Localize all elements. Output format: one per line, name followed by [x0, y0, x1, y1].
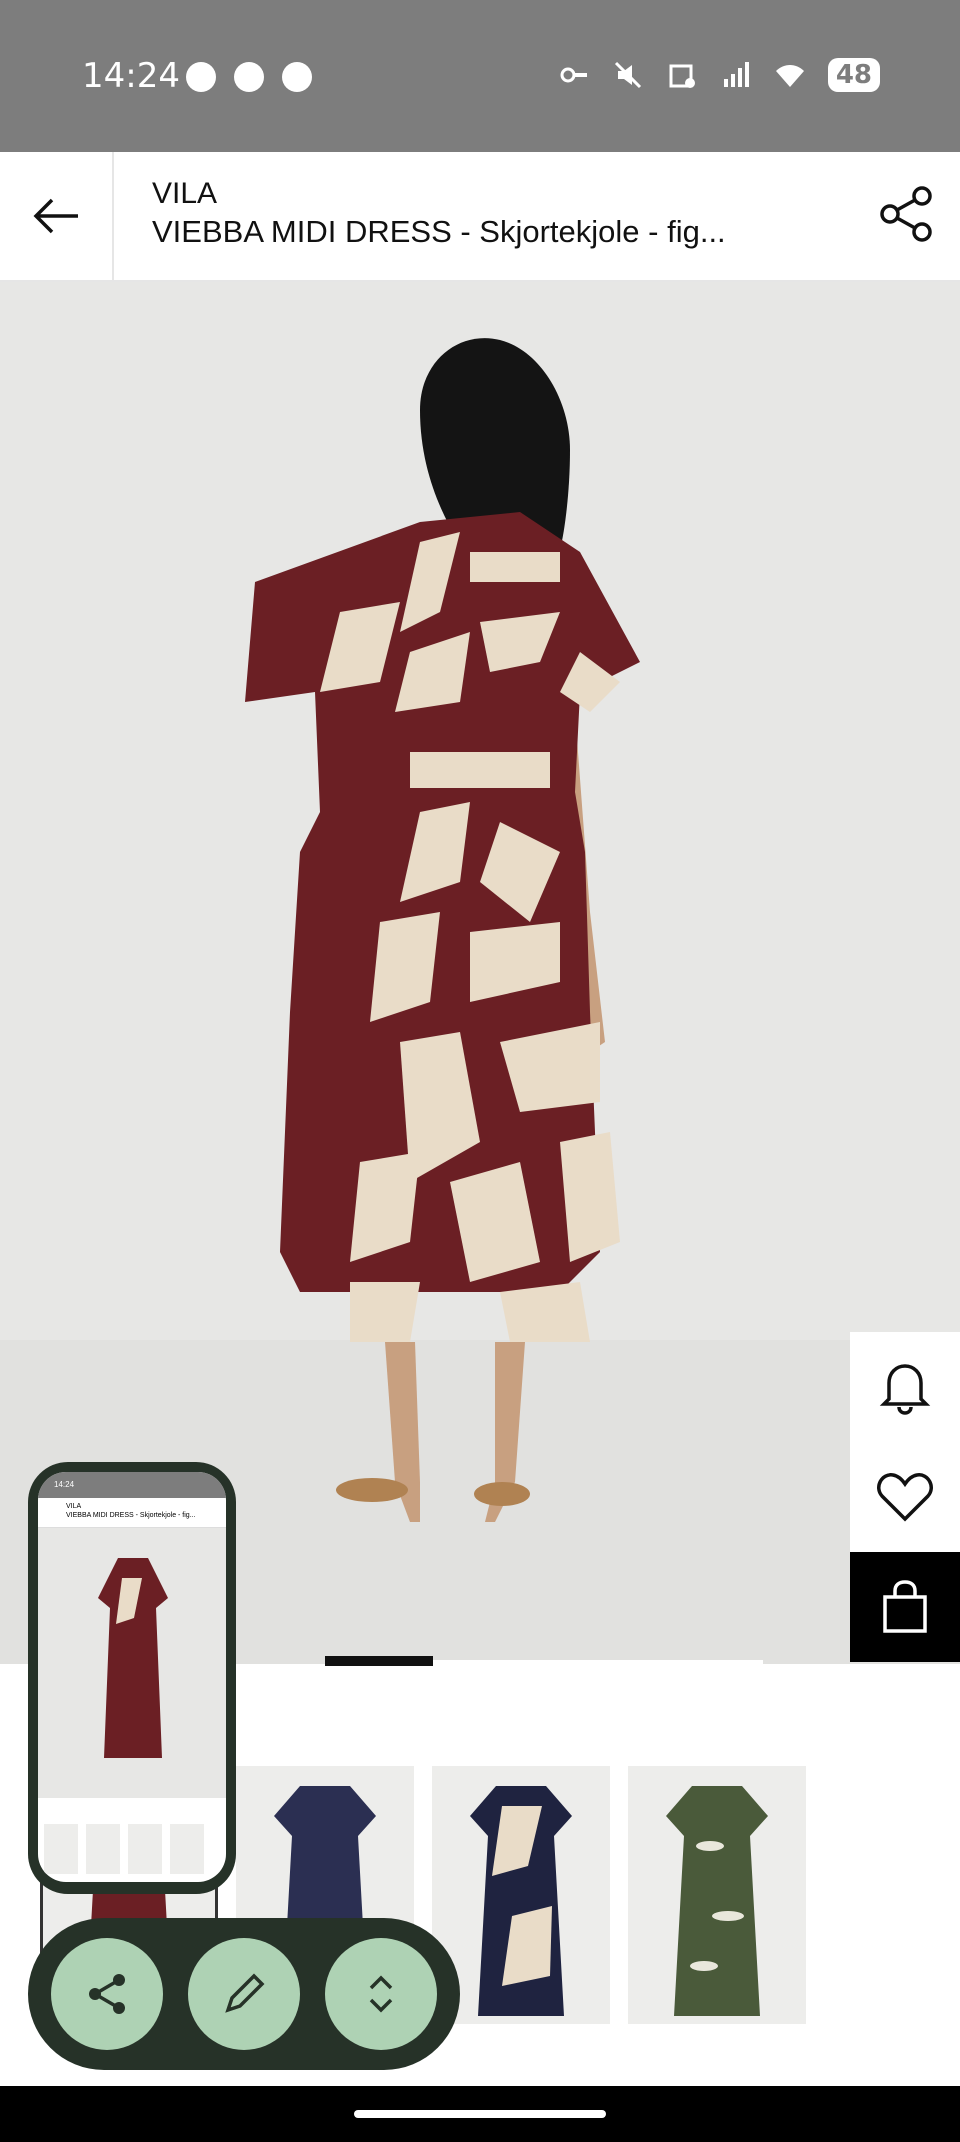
add-to-bag-button[interactable] — [850, 1552, 960, 1662]
model-dress-illustration — [245, 338, 640, 1522]
screenshot-edit-button[interactable] — [187, 1938, 300, 2050]
screenshot-preview-image: 14:24 VILA VIEBBA MIDI DRESS - Skjortekj… — [38, 1472, 226, 1882]
header-titles: VILA VIEBBA MIDI DRESS - Skjortekjole - … — [152, 176, 852, 252]
notify-button[interactable] — [850, 1332, 960, 1442]
product-image[interactable] — [0, 282, 960, 1664]
share-button[interactable] — [874, 182, 938, 246]
status-time: 14:24 — [82, 56, 180, 96]
brand-name: VILA — [152, 177, 218, 210]
pager-track — [433, 1660, 763, 1664]
edit-pencil-icon — [225, 1973, 265, 2013]
screenshot-actions — [28, 1918, 460, 2070]
product-title: VIEBBA MIDI DRESS - Skjortekjole - fig..… — [152, 214, 726, 249]
wishlist-button[interactable] — [850, 1442, 960, 1552]
share-icon — [88, 1974, 125, 2014]
variant-olive-leaf[interactable] — [628, 1766, 806, 2024]
back-button[interactable] — [0, 152, 114, 280]
mini-header: VILA VIEBBA MIDI DRESS - Skjortekjole - … — [38, 1498, 226, 1528]
facebook-icon — [282, 62, 312, 92]
messenger-icon — [186, 62, 216, 92]
heart-icon — [877, 1473, 933, 1522]
gesture-nav-bar — [0, 2086, 960, 2142]
screenshot-preview[interactable]: 14:24 VILA VIEBBA MIDI DRESS - Skjortekj… — [28, 1462, 236, 1894]
mini-status-bar: 14:24 — [38, 1472, 226, 1498]
dress-thumbnail — [666, 1786, 768, 2016]
battery-level: 48 — [827, 58, 880, 92]
mini-brand: VILA — [66, 1503, 82, 1510]
bell-icon — [879, 1364, 931, 1415]
arrow-left-icon — [33, 198, 78, 234]
mini-variant — [128, 1824, 162, 1874]
product-header: VILA VIEBBA MIDI DRESS - Skjortekjole - … — [0, 152, 960, 282]
system-icons: 48 — [558, 58, 880, 92]
mini-dress-illustration — [98, 1558, 168, 1758]
mini-variant — [86, 1824, 120, 1874]
side-actions — [850, 1332, 960, 1662]
calendar-icon — [669, 64, 695, 88]
home-indicator[interactable] — [354, 2110, 606, 2118]
screenshot-expand-button[interactable] — [325, 1938, 438, 2050]
vpn-key-icon — [560, 67, 587, 83]
mute-icon — [614, 61, 641, 89]
mini-variant — [44, 1824, 78, 1874]
notification-icons — [186, 62, 312, 92]
screenshot-share-button[interactable] — [50, 1938, 163, 2050]
status-bar: 14:24 48 — [0, 0, 960, 152]
share-icon — [880, 186, 932, 242]
pager-active — [325, 1656, 433, 1666]
mini-variant — [170, 1824, 204, 1874]
wifi-icon — [775, 65, 804, 87]
expand-collapse-icon — [370, 1975, 393, 2013]
mini-variants — [44, 1824, 204, 1874]
bag-icon — [883, 1580, 927, 1633]
signal-icon — [723, 62, 749, 87]
mini-product-image — [38, 1528, 226, 1798]
mini-title: VIEBBA MIDI DRESS - Skjortekjole - fig..… — [66, 1512, 196, 1519]
messenger-icon — [234, 62, 264, 92]
